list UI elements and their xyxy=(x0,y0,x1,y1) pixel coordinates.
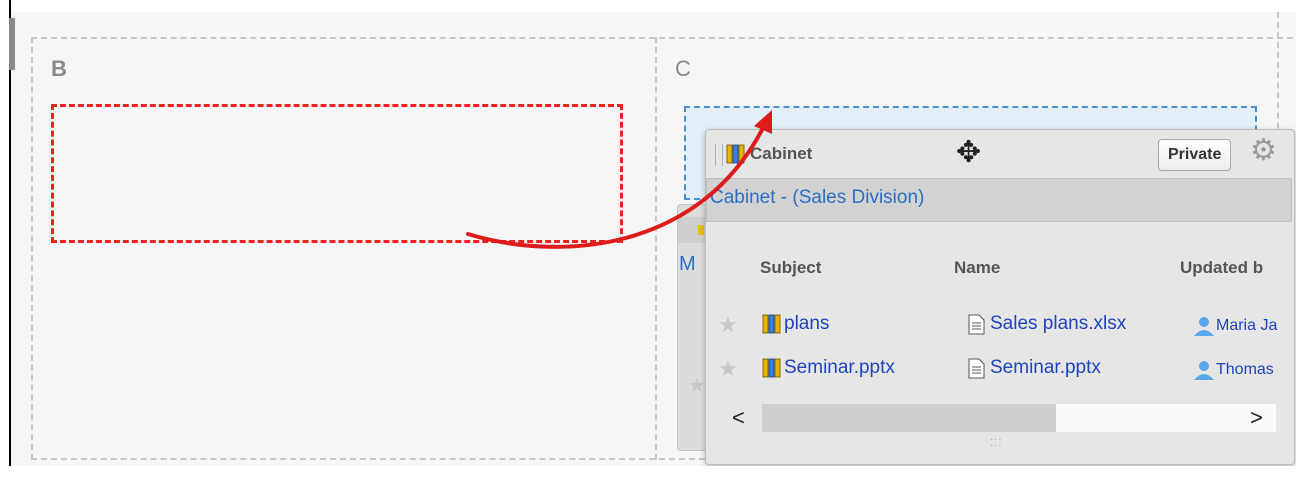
drag-arrow xyxy=(466,110,772,249)
